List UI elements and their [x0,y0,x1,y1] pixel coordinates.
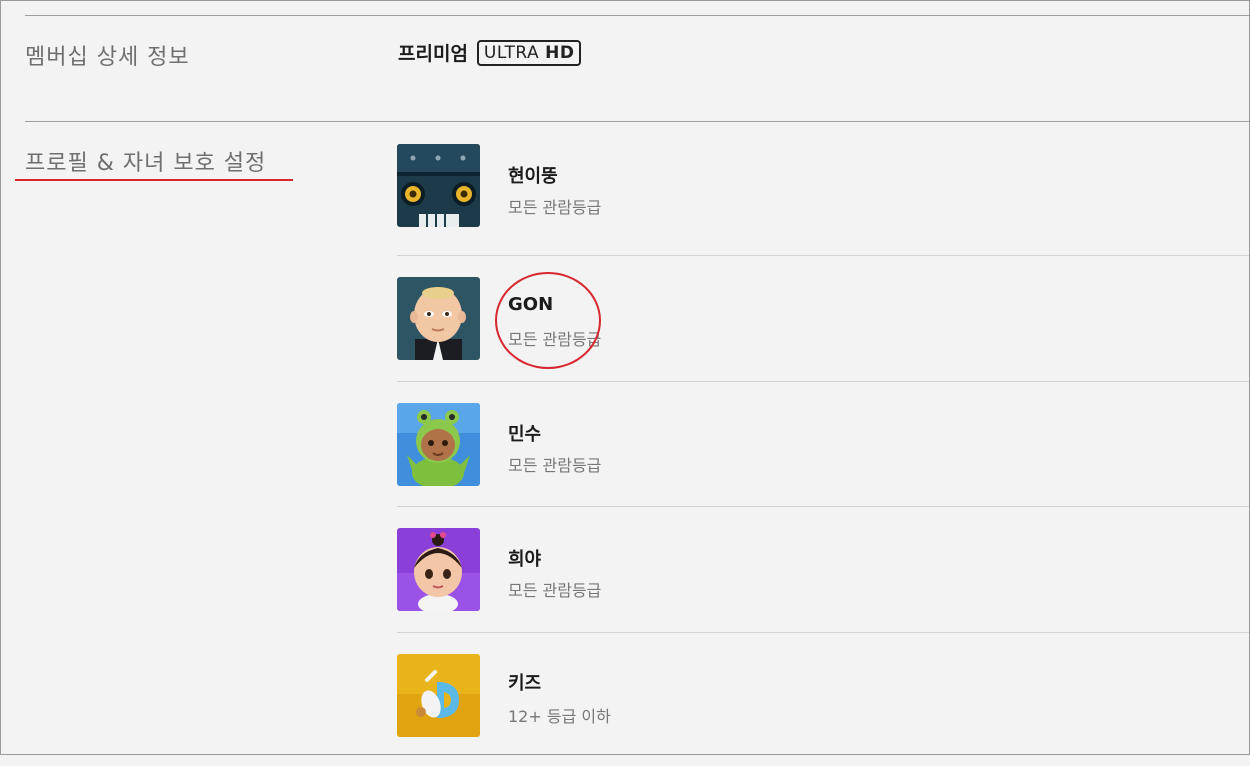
row-divider [397,255,1249,256]
label-underline-annotation [15,179,293,181]
robot-avatar-icon [397,144,480,227]
profiles-section-label: 프로필 & 자녀 보호 설정 [25,151,267,176]
profile-rating: 12+ 등급 이하 [508,707,611,726]
baby-girl-avatar-icon [397,528,480,611]
profile-rating: 모든 관람등급 [508,198,602,217]
profile-name: 현이뚱 [508,166,558,187]
profile-name: 희야 [508,549,542,570]
plan-name: 프리미엄 [398,43,468,65]
ultra-hd-badge: ULTRA HD [476,39,582,66]
profile-name: 키즈 [508,673,542,694]
membership-section-label: 멤버십 상세 정보 [25,45,190,70]
profile-name: 민수 [508,424,542,445]
membership-plan: 프리미엄 ULTRA HD [398,39,582,66]
highlight-circle-annotation [495,272,601,369]
profile-rating: 모든 관람등급 [508,456,602,475]
kids-avatar-icon [397,654,480,737]
profile-row-1[interactable]: 현이뚱 모든 관람등급 [397,137,1250,263]
profile-row-5[interactable]: 키즈 12+ 등급 이하 [397,640,1250,766]
row-divider [397,632,1249,633]
badge-hd-text: HD [545,42,575,63]
profile-row-4[interactable]: 희야 모든 관람등급 [397,514,1250,640]
row-divider [397,381,1249,382]
page-frame: 멤버십 상세 정보 프리미엄 ULTRA HD 프로필 & 자녀 보호 설정 현… [0,0,1250,755]
profile-rating: 모든 관람등급 [508,581,602,600]
row-divider [397,506,1249,507]
profile-row-3[interactable]: 민수 모든 관람등급 [397,389,1250,515]
section-divider [25,121,1249,122]
top-divider [25,15,1249,16]
badge-ultra-text: ULTRA [483,42,540,63]
baby-boss-avatar-icon [397,277,480,360]
frog-baby-avatar-icon [397,403,480,486]
